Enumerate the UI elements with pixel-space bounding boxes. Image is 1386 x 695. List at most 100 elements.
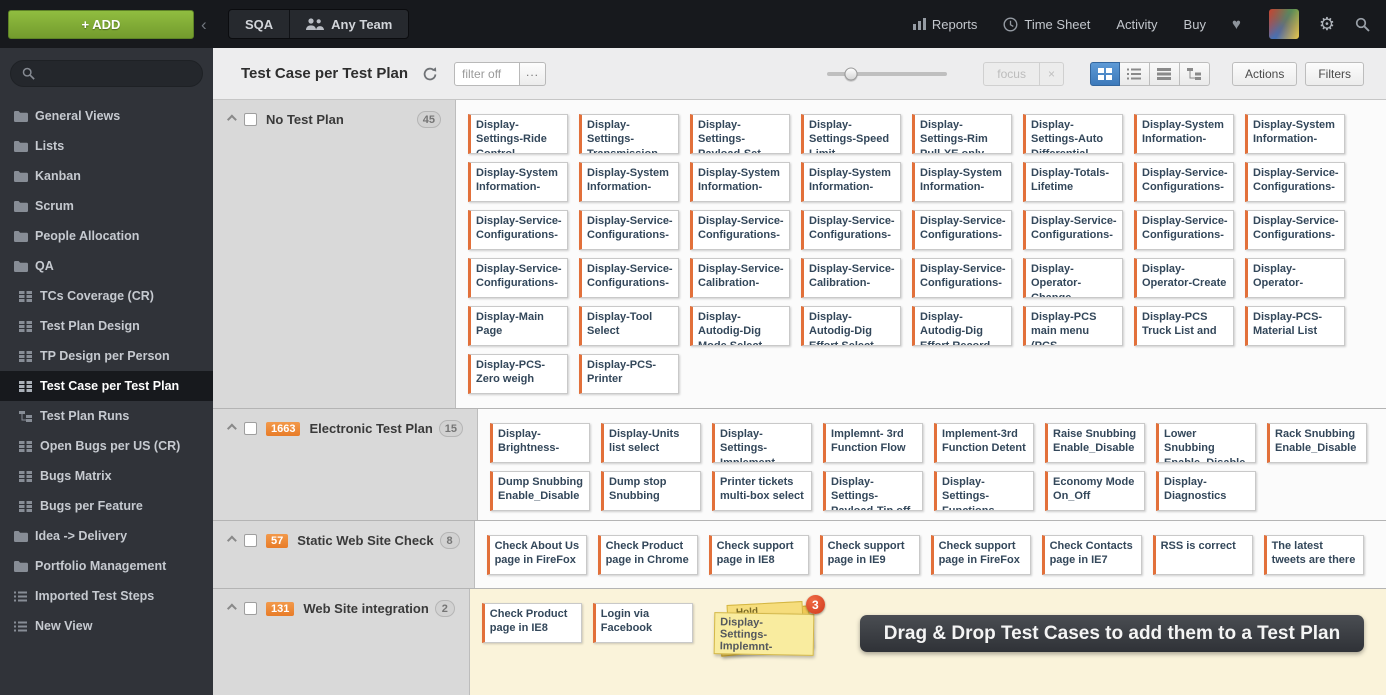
test-case-card[interactable]: Display-Units list select: [601, 423, 702, 463]
tab-any-team[interactable]: Any Team: [290, 10, 408, 38]
test-case-card[interactable]: Display-System Information-: [690, 162, 790, 202]
test-case-card[interactable]: The latest tweets are there: [1263, 535, 1364, 575]
heart-icon[interactable]: ♥: [1232, 16, 1241, 33]
focus-button[interactable]: focus: [983, 61, 1040, 86]
test-case-card[interactable]: Check support page in IE9: [819, 535, 920, 575]
test-case-card[interactable]: Display-Service-Configurations-: [1245, 162, 1345, 202]
test-case-card[interactable]: Display-Settings-Auto Differential: [1023, 114, 1123, 154]
test-case-card[interactable]: Display-Diagnostics: [1156, 471, 1257, 511]
test-case-card[interactable]: Display-Service-Configurations-: [1134, 210, 1234, 250]
test-case-card[interactable]: Display-Settings-Payload-Set: [690, 114, 790, 154]
sidebar-item-new-view[interactable]: New View: [0, 611, 213, 641]
tab-sqa[interactable]: SQA: [229, 10, 291, 38]
test-case-card[interactable]: Display-Autodig-Dig Mode Select: [690, 306, 790, 346]
filters-button[interactable]: Filters: [1305, 61, 1364, 86]
sidebar-item-idea-delivery[interactable]: Idea -> Delivery: [0, 521, 213, 551]
test-case-card[interactable]: Display-PCS main menu (PCS: [1023, 306, 1123, 346]
test-case-card[interactable]: Check support page in FireFox: [930, 535, 1031, 575]
collapse-chevron-icon[interactable]: [226, 423, 237, 434]
collapse-chevron-icon[interactable]: [226, 603, 237, 614]
view-mode-list-button[interactable]: [1119, 61, 1150, 86]
test-case-card[interactable]: Display-Service-Configurations-: [579, 258, 679, 298]
test-case-card[interactable]: Display-Settings-Implement-: [712, 423, 813, 463]
group-name[interactable]: Static Web Site Check: [297, 533, 433, 548]
test-case-card[interactable]: Display-Service-Configurations-: [690, 210, 790, 250]
test-case-card[interactable]: Display-Service-Configurations-: [912, 210, 1012, 250]
test-case-card[interactable]: Implemnt- 3rd Function Flow: [823, 423, 924, 463]
group-name[interactable]: Electronic Test Plan: [309, 421, 432, 436]
sidebar-item-test-plan-runs[interactable]: Test Plan Runs: [0, 401, 213, 431]
test-case-card[interactable]: Display-PCS Truck List and: [1134, 306, 1234, 346]
test-case-card[interactable]: Display-Settings-Transmission-: [579, 114, 679, 154]
group-checkbox[interactable]: [244, 422, 257, 435]
test-case-card[interactable]: Display-System Information-: [1134, 114, 1234, 154]
sidebar-item-portfolio-management[interactable]: Portfolio Management: [0, 551, 213, 581]
view-mode-tree-button[interactable]: [1179, 61, 1210, 86]
test-case-card[interactable]: Login via Facebook: [592, 603, 693, 643]
group-checkbox[interactable]: [244, 113, 257, 126]
test-case-card[interactable]: Display-Operator-: [1245, 258, 1345, 298]
test-case-card[interactable]: Display-Tool Select: [579, 306, 679, 346]
test-case-card[interactable]: Display-Settings-Rim Pull-XE only: [912, 114, 1012, 154]
test-case-card[interactable]: Display-Service-Calibration-: [690, 258, 790, 298]
test-case-card[interactable]: RSS is correct: [1152, 535, 1253, 575]
view-mode-board-button[interactable]: [1089, 61, 1120, 86]
sidebar-item-people-allocation[interactable]: People Allocation: [0, 221, 213, 251]
sidebar-item-lists[interactable]: Lists: [0, 131, 213, 161]
group-name[interactable]: No Test Plan: [266, 112, 411, 127]
buy-link[interactable]: Buy: [1184, 17, 1206, 32]
test-case-card[interactable]: Check About Us page in FireFox: [486, 535, 587, 575]
actions-button[interactable]: Actions: [1231, 61, 1298, 86]
sidebar-item-bugs-per-feature[interactable]: Bugs per Feature: [0, 491, 213, 521]
sidebar-item-test-plan-design[interactable]: Test Plan Design: [0, 311, 213, 341]
test-case-card[interactable]: Display-PCS-Printer: [579, 354, 679, 394]
sidebar-item-open-bugs-per-us-cr[interactable]: Open Bugs per US (CR): [0, 431, 213, 461]
test-case-card[interactable]: Display-Operator-Change: [1023, 258, 1123, 298]
test-case-card[interactable]: Display-Settings-Ride Control: [468, 114, 568, 154]
test-case-card[interactable]: Display-Service-Configurations-: [801, 210, 901, 250]
sidebar-item-kanban[interactable]: Kanban: [0, 161, 213, 191]
test-case-card[interactable]: Display-Settings-Functions: [934, 471, 1035, 511]
test-case-card[interactable]: Display-System Information-: [468, 162, 568, 202]
zoom-slider[interactable]: [827, 67, 948, 80]
test-case-card[interactable]: Display-System Information-: [912, 162, 1012, 202]
dragged-cards-stack[interactable]: HoldDisplay-Settings-Implemnt-3: [713, 595, 825, 661]
filter-more-button[interactable]: ...: [520, 61, 547, 86]
test-case-card[interactable]: Display-Service-Configurations-: [1023, 210, 1123, 250]
test-case-card[interactable]: Display-Service-Configurations-: [1245, 210, 1345, 250]
sidebar-item-tcs-coverage-cr[interactable]: TCs Coverage (CR): [0, 281, 213, 311]
collapse-chevron-icon[interactable]: [226, 114, 237, 125]
test-case-card[interactable]: Display-Service-Configurations-: [468, 210, 568, 250]
test-case-card[interactable]: Rack Snubbing Enable_Disable: [1267, 423, 1368, 463]
refresh-button[interactable]: [422, 66, 438, 82]
sidebar-search-input[interactable]: [10, 60, 203, 87]
test-case-card[interactable]: Dump stop Snubbing: [601, 471, 702, 511]
test-case-card[interactable]: Display-Service-Calibration-: [801, 258, 901, 298]
test-case-card[interactable]: Check Product page in IE8: [481, 603, 582, 643]
zoom-slider-knob[interactable]: [844, 67, 858, 80]
test-case-card[interactable]: Display-Service-Configurations-: [468, 258, 568, 298]
test-case-card[interactable]: Check Product page in Chrome: [597, 535, 698, 575]
test-case-card[interactable]: Display-Settings-Payload-Tip off: [823, 471, 924, 511]
view-mode-rows-button[interactable]: [1149, 61, 1180, 86]
test-case-card[interactable]: Lower Snubbing Enable_Disable: [1156, 423, 1257, 463]
sidebar-item-test-case-per-test-plan[interactable]: Test Case per Test Plan: [0, 371, 213, 401]
test-case-card[interactable]: Economy Mode On_Off: [1045, 471, 1146, 511]
test-case-card[interactable]: Check Contacts page in IE7: [1041, 535, 1142, 575]
sidebar-item-imported-test-steps[interactable]: Imported Test Steps: [0, 581, 213, 611]
group-checkbox[interactable]: [244, 534, 257, 547]
test-case-card[interactable]: Display-Settings-Speed Limit-: [801, 114, 901, 154]
test-case-card[interactable]: Display-PCS-Zero weigh: [468, 354, 568, 394]
search-icon[interactable]: [1355, 17, 1370, 32]
activity-link[interactable]: Activity: [1116, 17, 1157, 32]
test-case-card[interactable]: Display-Operator-Create: [1134, 258, 1234, 298]
group-checkbox[interactable]: [244, 602, 257, 615]
sidebar-item-qa[interactable]: QA: [0, 251, 213, 281]
test-case-card[interactable]: Printer tickets multi-box select: [712, 471, 813, 511]
test-case-card[interactable]: Display-System Information-: [579, 162, 679, 202]
avatar[interactable]: [1268, 9, 1299, 39]
test-case-card[interactable]: Dump Snubbing Enable_Disable: [490, 471, 591, 511]
sidebar-item-tp-design-per-person[interactable]: TP Design per Person: [0, 341, 213, 371]
sidebar-item-bugs-matrix[interactable]: Bugs Matrix: [0, 461, 213, 491]
test-case-card[interactable]: Display-System Information-: [1245, 114, 1345, 154]
